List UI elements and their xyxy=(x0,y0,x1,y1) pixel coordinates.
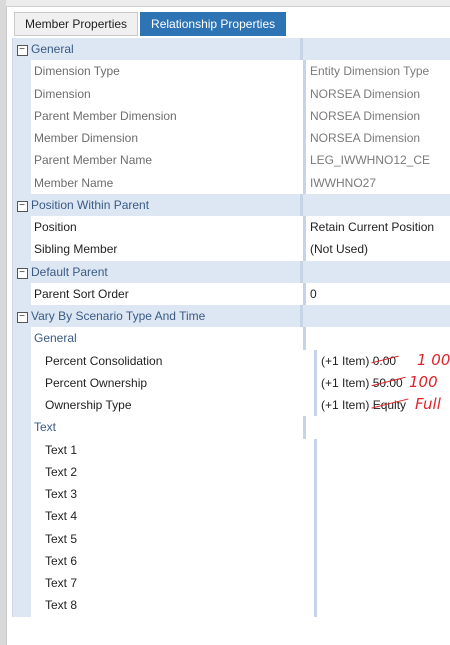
property-value: IWWHNO27 xyxy=(310,175,376,190)
property-tabs: Member Properties Relationship Propertie… xyxy=(14,12,288,36)
property-row-parent-sort-order[interactable]: Parent Sort Order 0 xyxy=(13,282,450,305)
category-default-parent[interactable]: − Default Parent xyxy=(13,260,450,283)
collapse-icon[interactable]: − xyxy=(16,312,28,323)
property-row-percent-ownership[interactable]: Percent Ownership (+1 Item) 50.00 100 xyxy=(13,371,450,394)
category-label: Vary By Scenario Type And Time xyxy=(31,309,206,323)
property-value[interactable] xyxy=(317,594,450,616)
property-row-ownership-type[interactable]: Ownership Type (+1 Item) Equity Full xyxy=(13,394,450,417)
category-label: Position Within Parent xyxy=(31,197,150,212)
category-label: Default Parent xyxy=(31,264,108,279)
subcategory-label: General xyxy=(34,331,77,346)
property-name: Percent Ownership xyxy=(45,375,148,390)
property-name: Dimension Type xyxy=(34,64,120,79)
property-name: Text 5 xyxy=(45,531,78,546)
property-row-parent-member-name[interactable]: Parent Member Name LEG_IWWHNO12_CE xyxy=(13,149,450,172)
collapse-icon[interactable]: − xyxy=(16,200,28,212)
property-name: Text 7 xyxy=(45,576,78,590)
category-position-within-parent[interactable]: − Position Within Parent xyxy=(13,193,450,216)
property-name: Text 2 xyxy=(45,464,78,479)
property-value[interactable]: (+1 Item) 0.00 1 00 xyxy=(317,350,450,372)
property-value[interactable]: (+1 Item) 50.00 100 xyxy=(317,372,450,394)
property-name: Parent Member Dimension xyxy=(34,108,177,123)
old-value: Equity xyxy=(373,394,406,416)
property-name: Position xyxy=(34,220,77,234)
property-name: Text 6 xyxy=(45,553,78,568)
collapse-icon[interactable]: − xyxy=(16,267,28,279)
subcategory-label: Text xyxy=(34,420,57,435)
property-value[interactable] xyxy=(317,550,450,572)
property-row-text-4[interactable]: Text 4 xyxy=(13,505,450,528)
collapse-icon[interactable]: − xyxy=(16,45,28,56)
window-left-edge xyxy=(0,0,7,645)
property-value[interactable]: 0 xyxy=(306,283,450,305)
old-value: 50.00 xyxy=(373,372,403,394)
property-value[interactable] xyxy=(317,528,450,550)
item-count: (+1 Item) xyxy=(321,353,370,368)
property-value: NORSEA Dimension xyxy=(310,86,421,101)
property-value[interactable] xyxy=(317,483,450,505)
property-name: Parent Sort Order xyxy=(34,286,129,301)
property-name: Text 3 xyxy=(45,487,78,501)
window-top-edge xyxy=(6,0,450,7)
item-count: (+1 Item) xyxy=(321,398,370,412)
property-row-dimension[interactable]: Dimension NORSEA Dimension xyxy=(13,82,450,105)
property-name: Member Dimension xyxy=(34,131,139,145)
property-value[interactable] xyxy=(317,572,450,594)
property-row-position[interactable]: Position Retain Current Position xyxy=(13,216,450,239)
tab-member-properties[interactable]: Member Properties xyxy=(14,12,139,36)
property-row-text-6[interactable]: Text 6 xyxy=(13,549,450,572)
property-name: Member Name xyxy=(34,175,114,190)
handwritten-annotation: 1 00 xyxy=(417,350,450,369)
property-row-text-8[interactable]: Text 8 xyxy=(13,594,450,617)
property-value: Entity Dimension Type xyxy=(310,64,430,79)
property-name: Dimension xyxy=(34,86,91,101)
handwritten-annotation: Full xyxy=(415,395,441,413)
property-grid: − General Dimension Type Entity Dimensio… xyxy=(12,38,450,617)
property-row-percent-consolidation[interactable]: Percent Consolidation (+1 Item) 0.00 1 0… xyxy=(13,349,450,372)
property-row-text-1[interactable]: Text 1 xyxy=(13,438,450,461)
category-label: General xyxy=(31,42,74,56)
old-value: 0.00 xyxy=(373,350,396,372)
subcategory-text: Text xyxy=(13,416,450,439)
property-value[interactable]: (Not Used) xyxy=(306,238,450,260)
tab-relationship-properties[interactable]: Relationship Properties xyxy=(140,12,287,36)
handwritten-annotation: 100 xyxy=(409,372,438,391)
property-row-text-3[interactable]: Text 3 xyxy=(13,483,450,506)
property-row-text-2[interactable]: Text 2 xyxy=(13,460,450,483)
property-value: NORSEA Dimension xyxy=(310,131,421,145)
category-vary-by-scenario[interactable]: − Vary By Scenario Type And Time xyxy=(13,305,450,328)
property-row-member-dimension[interactable]: Member Dimension NORSEA Dimension xyxy=(13,127,450,150)
property-row-sibling-member[interactable]: Sibling Member (Not Used) xyxy=(13,238,450,261)
property-name: Text 8 xyxy=(45,598,78,613)
property-row-parent-member-dimension[interactable]: Parent Member Dimension NORSEA Dimension xyxy=(13,104,450,127)
property-value[interactable] xyxy=(317,461,450,483)
property-value[interactable] xyxy=(317,439,450,461)
property-name: Percent Consolidation xyxy=(45,353,163,368)
item-count: (+1 Item) xyxy=(321,375,370,390)
property-name: Sibling Member xyxy=(34,242,118,257)
property-row-member-name[interactable]: Member Name IWWHNO27 xyxy=(13,171,450,194)
property-name: Parent Member Name xyxy=(34,153,153,168)
property-name: Text 4 xyxy=(45,509,78,524)
property-value[interactable] xyxy=(317,505,450,527)
property-name: Ownership Type xyxy=(45,398,132,412)
subcategory-general: General xyxy=(13,327,450,350)
property-row-text-5[interactable]: Text 5 xyxy=(13,527,450,550)
property-row-dimension-type[interactable]: Dimension Type Entity Dimension Type xyxy=(13,60,450,83)
property-value: NORSEA Dimension xyxy=(310,108,421,123)
category-general[interactable]: − General xyxy=(13,38,450,61)
property-name: Text 1 xyxy=(45,442,78,457)
property-row-text-7[interactable]: Text 7 xyxy=(13,572,450,595)
property-value[interactable]: Retain Current Position xyxy=(306,216,450,238)
property-value: LEG_IWWHNO12_CE xyxy=(310,153,431,168)
property-value[interactable]: (+1 Item) Equity Full xyxy=(317,394,450,416)
